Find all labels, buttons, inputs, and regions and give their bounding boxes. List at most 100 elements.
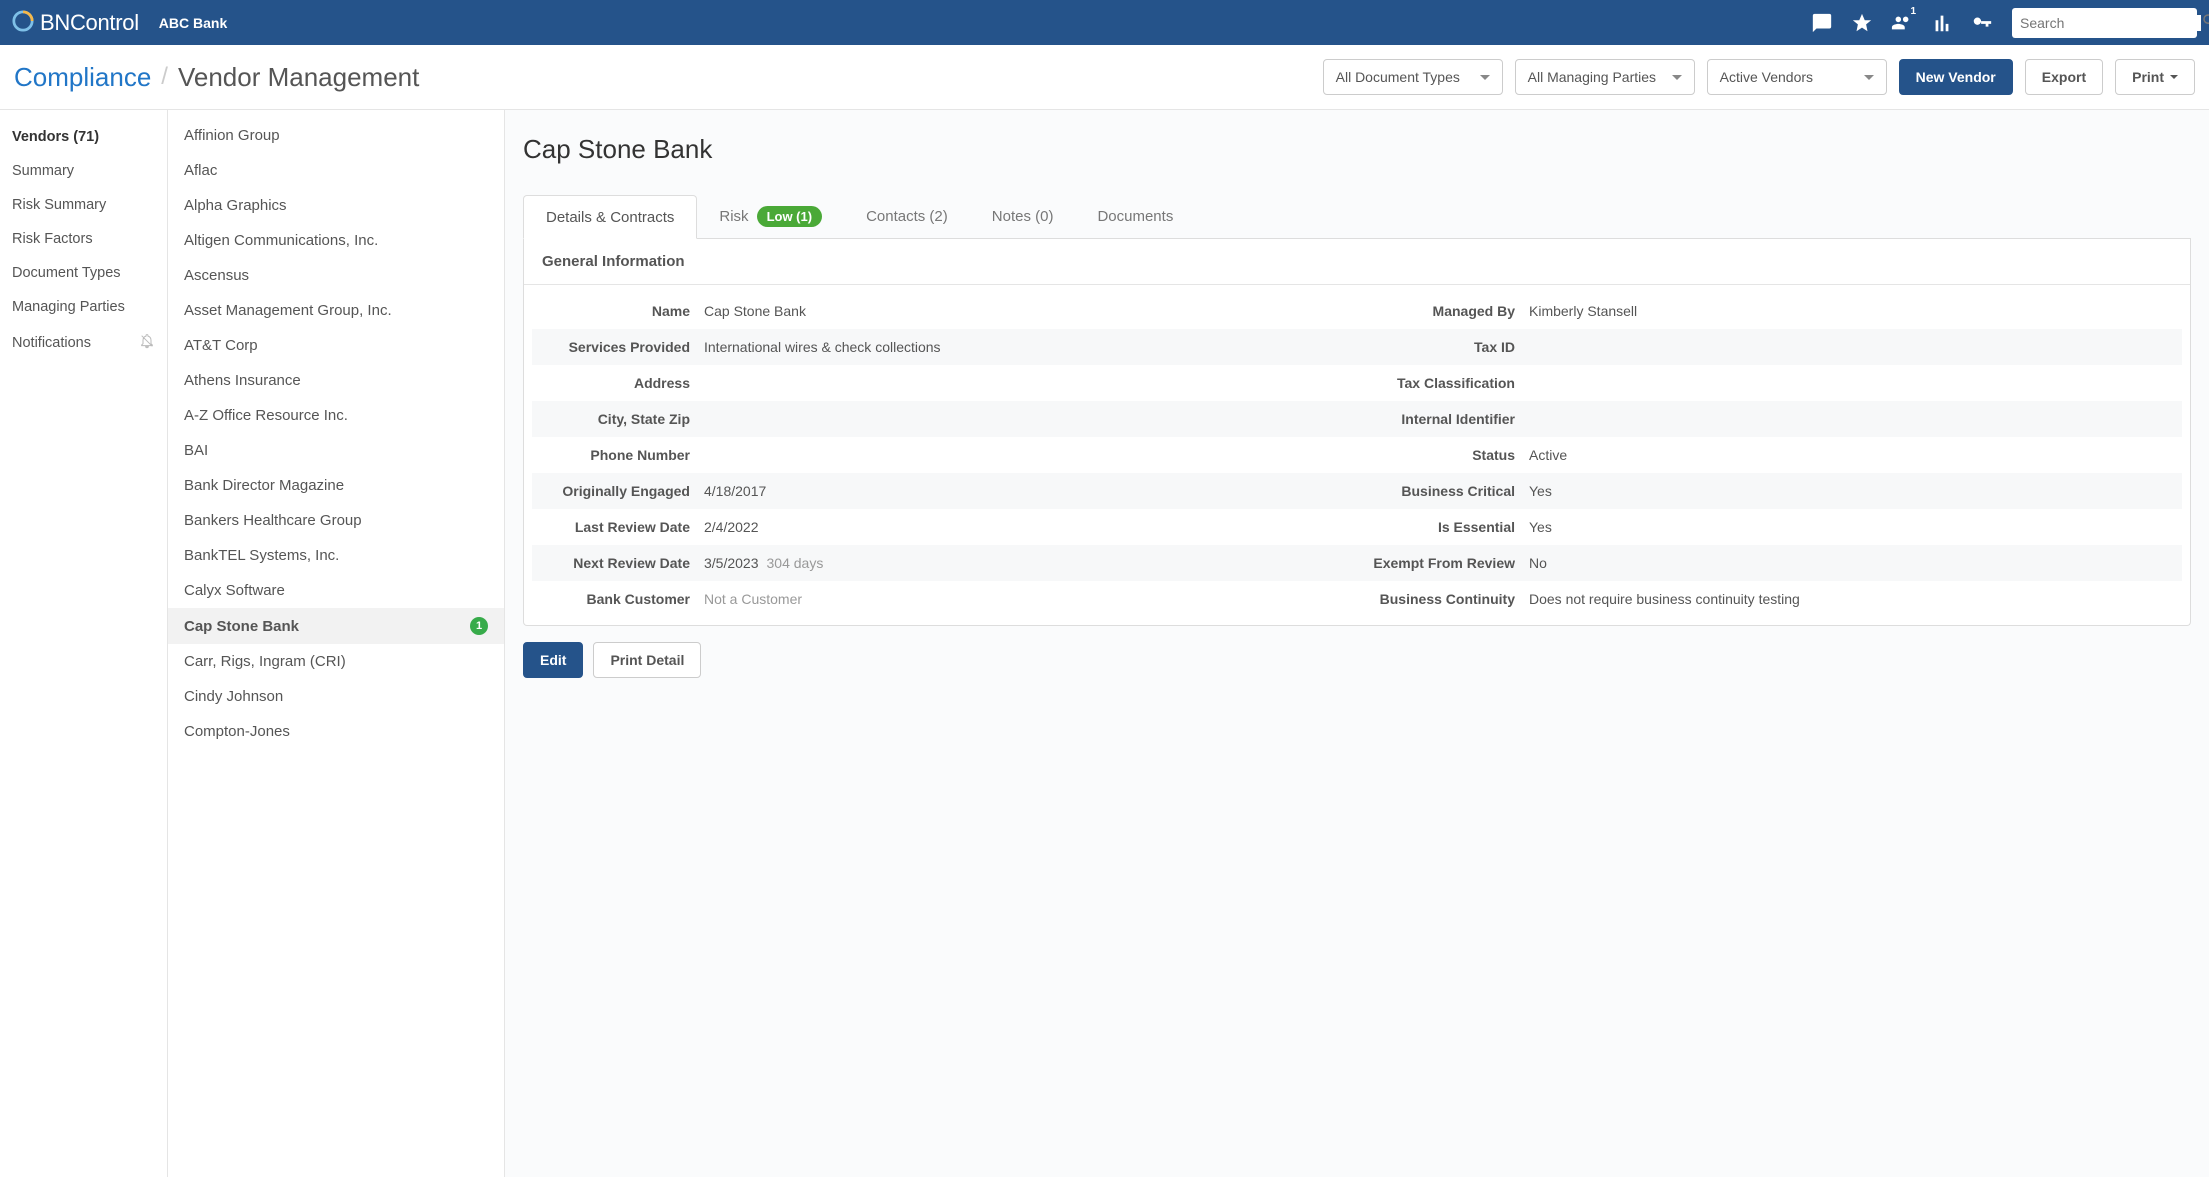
action-bar: Edit Print Detail	[523, 642, 2191, 678]
logo-icon	[12, 10, 34, 35]
tab-documents[interactable]: Documents	[1075, 195, 1195, 238]
filter-managing-parties[interactable]: All Managing Parties	[1515, 59, 1695, 95]
value-critical: Yes	[1529, 483, 2170, 499]
main-area: Vendors (71) Summary Risk Summary Risk F…	[0, 110, 2209, 1177]
sidebar-item-summary[interactable]: Summary	[0, 154, 167, 188]
tab-risk[interactable]: Risk Low (1)	[697, 195, 844, 238]
label-address: Address	[544, 375, 704, 391]
vendor-item-name: Bankers Healthcare Group	[184, 512, 362, 529]
vendor-item-name: Alpha Graphics	[184, 197, 287, 214]
vendor-title: Cap Stone Bank	[523, 134, 2191, 165]
vendor-item[interactable]: Carr, Rigs, Ingram (CRI)	[168, 644, 504, 679]
breadcrumb-parent[interactable]: Compliance	[14, 62, 151, 93]
search-input[interactable]	[2020, 15, 2201, 31]
vendor-item[interactable]: Asset Management Group, Inc.	[168, 293, 504, 328]
label-managed-by: Managed By	[1369, 303, 1529, 319]
filter-vendor-status[interactable]: Active Vendors	[1707, 59, 1887, 95]
value-exempt: No	[1529, 555, 2170, 571]
sidebar-item-risk-summary[interactable]: Risk Summary	[0, 188, 167, 222]
vendor-item[interactable]: Cindy Johnson	[168, 679, 504, 714]
label-status: Status	[1369, 447, 1529, 463]
vendor-item-name: Aflac	[184, 162, 217, 179]
value-last-review: 2/4/2022	[704, 519, 1345, 535]
tab-details[interactable]: Details & Contracts	[523, 195, 697, 239]
vendor-item-name: Cap Stone Bank	[184, 618, 299, 635]
value-name: Cap Stone Bank	[704, 303, 1345, 319]
sidebar-item-document-types[interactable]: Document Types	[0, 256, 167, 290]
breadcrumb-page: Vendor Management	[178, 62, 419, 93]
filter-document-types[interactable]: All Document Types	[1323, 59, 1503, 95]
vendor-item[interactable]: BAI	[168, 433, 504, 468]
label-services: Services Provided	[544, 339, 704, 355]
vendor-item[interactable]: Ascensus	[168, 258, 504, 293]
breadcrumb: Compliance / Vendor Management	[14, 62, 419, 93]
label-csz: City, State Zip	[544, 411, 704, 427]
value-continuity: Does not require business continuity tes…	[1529, 591, 2170, 607]
sidebar-item-risk-factors[interactable]: Risk Factors	[0, 222, 167, 256]
vendor-item[interactable]: Bankers Healthcare Group	[168, 503, 504, 538]
vendor-item[interactable]: Cap Stone Bank 1	[168, 608, 504, 644]
label-next-review: Next Review Date	[544, 555, 704, 571]
value-address	[704, 375, 1345, 391]
vendor-item-name: Athens Insurance	[184, 372, 301, 389]
label-critical: Business Critical	[1369, 483, 1529, 499]
tab-contacts[interactable]: Contacts (2)	[844, 195, 970, 238]
vendor-item[interactable]: Athens Insurance	[168, 363, 504, 398]
vendor-item[interactable]: Affinion Group	[168, 118, 504, 153]
export-button[interactable]: Export	[2025, 59, 2103, 95]
caret-down-icon	[2170, 75, 2178, 83]
label-essential: Is Essential	[1369, 519, 1529, 535]
vendor-item[interactable]: A-Z Office Resource Inc.	[168, 398, 504, 433]
vendor-item-name: BankTEL Systems, Inc.	[184, 547, 339, 564]
sidebar: Vendors (71) Summary Risk Summary Risk F…	[0, 110, 168, 1177]
vendor-item[interactable]: Alpha Graphics	[168, 188, 504, 223]
topbar: BNControl ABC Bank 1	[0, 0, 2209, 45]
vendor-item-name: Altigen Communications, Inc.	[184, 232, 378, 249]
label-tax-class: Tax Classification	[1369, 375, 1529, 391]
vendor-item-name: Ascensus	[184, 267, 249, 284]
subheader: Compliance / Vendor Management All Docum…	[0, 45, 2209, 110]
vendor-item-name: Carr, Rigs, Ingram (CRI)	[184, 653, 346, 670]
bell-off-icon	[139, 333, 155, 353]
new-vendor-button[interactable]: New Vendor	[1899, 59, 2013, 95]
vendor-item-name: Asset Management Group, Inc.	[184, 302, 392, 319]
sidebar-item-managing-parties[interactable]: Managing Parties	[0, 290, 167, 324]
users-icon[interactable]: 1	[1882, 0, 1922, 45]
vendor-item[interactable]: BankTEL Systems, Inc.	[168, 538, 504, 573]
detail-pane: Cap Stone Bank Details & Contracts Risk …	[505, 110, 2209, 1177]
value-services: International wires & check collections	[704, 339, 1345, 355]
search-icon	[2201, 12, 2209, 33]
vendor-item[interactable]: Bank Director Magazine	[168, 468, 504, 503]
edit-button[interactable]: Edit	[523, 642, 583, 678]
search-box[interactable]	[2012, 8, 2197, 38]
label-last-review: Last Review Date	[544, 519, 704, 535]
key-icon[interactable]	[1962, 0, 2002, 45]
chat-icon[interactable]	[1802, 0, 1842, 45]
vendor-item[interactable]: Aflac	[168, 153, 504, 188]
vendor-item[interactable]: Altigen Communications, Inc.	[168, 223, 504, 258]
label-phone: Phone Number	[544, 447, 704, 463]
vendor-item-name: Bank Director Magazine	[184, 477, 344, 494]
sidebar-item-vendors[interactable]: Vendors (71)	[0, 120, 167, 154]
tab-notes[interactable]: Notes (0)	[970, 195, 1076, 238]
label-engaged: Originally Engaged	[544, 483, 704, 499]
value-tax-id	[1529, 339, 2170, 355]
value-csz	[704, 411, 1345, 427]
value-next-review-days: 304 days	[767, 555, 824, 571]
sidebar-item-notifications[interactable]: Notifications	[0, 324, 167, 362]
vendor-item-name: AT&T Corp	[184, 337, 258, 354]
star-icon[interactable]	[1842, 0, 1882, 45]
chart-bar-icon[interactable]	[1922, 0, 1962, 45]
vendor-item[interactable]: Calyx Software	[168, 573, 504, 608]
brand-area: BNControl	[12, 10, 139, 36]
vendor-item[interactable]: Compton-Jones	[168, 714, 504, 749]
general-info-panel: General Information NameCap Stone Bank M…	[523, 239, 2191, 626]
print-button[interactable]: Print	[2115, 59, 2195, 95]
brand-text: BNControl	[40, 10, 139, 36]
value-essential: Yes	[1529, 519, 2170, 535]
vendor-item[interactable]: AT&T Corp	[168, 328, 504, 363]
value-next-review: 3/5/2023304 days	[704, 555, 1345, 571]
vendor-item-badge: 1	[470, 617, 488, 635]
vendor-list: Affinion Group Aflac Alpha Graphics Altigen…	[168, 110, 505, 1177]
print-detail-button[interactable]: Print Detail	[593, 642, 701, 678]
